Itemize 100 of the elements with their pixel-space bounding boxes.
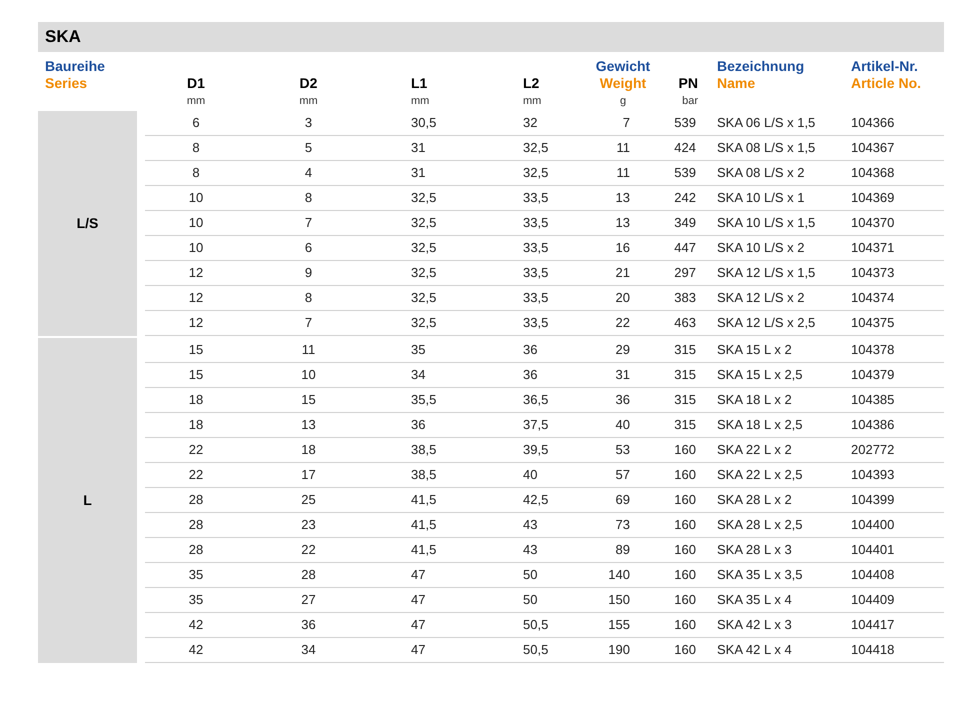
table-cell-text: 21 (616, 264, 630, 282)
table-cell-text: 383 (674, 289, 696, 308)
table-cell-text: SKA 18 L x 2,5 (717, 416, 803, 434)
column-header: L2 (523, 75, 540, 92)
unit-label: mm (299, 94, 318, 109)
table-cell-text: 22 (188, 466, 204, 484)
table-cell-text: 424 (674, 139, 696, 158)
table-cell-text: 13 (616, 214, 630, 232)
table-cell-text: SKA 10 L/S x 1,5 (717, 214, 816, 232)
table-cell-text: 12 (188, 289, 204, 308)
table-cell-text: 50,5 (523, 616, 548, 634)
table-cell-text: 36,5 (523, 391, 548, 410)
table-cell-text: 22 (188, 441, 204, 460)
table-cell-text: 104401 (851, 541, 894, 560)
table-cell-text: 41,5 (411, 541, 436, 560)
unit-label: bar (682, 94, 698, 109)
table-cell-text: SKA 10 L/S x 2 (717, 239, 804, 258)
table-cell-text: 10 (188, 239, 204, 258)
unit-label: mm (411, 94, 430, 109)
table-cell-text: 242 (674, 189, 696, 208)
table-cell-text: 463 (674, 314, 696, 332)
table-cell-text: 27 (301, 591, 316, 610)
table-cell-text: 32 (523, 114, 538, 132)
table-cell-text: 33,5 (523, 264, 548, 282)
table-cell-text: 41,5 (411, 491, 436, 510)
table-cell-text: 104368 (851, 164, 894, 182)
table-cell-text: SKA 06 L/S x 1,5 (717, 114, 816, 132)
table-cell-text: 18 (301, 441, 316, 460)
table-cell-text: 155 (608, 616, 630, 634)
table-cell-text: 53 (616, 441, 630, 460)
table-cell-text: SKA 28 L x 3 (717, 541, 792, 560)
table-cell-text: 42 (188, 616, 204, 634)
table-cell-text: 17 (301, 466, 316, 484)
table-cell-text: 202772 (851, 441, 894, 460)
table-cell-text: 28 (301, 566, 316, 584)
table-cell-text: 38,5 (411, 441, 436, 460)
table-cell-text: 104386 (851, 416, 894, 434)
table-cell-text: 47 (411, 641, 426, 660)
unit-label: g (620, 94, 626, 109)
table-cell-text: 190 (608, 641, 630, 660)
table-cell-text: 315 (674, 366, 696, 384)
table-cell-text: 160 (674, 541, 696, 560)
table-cell-text: 57 (616, 466, 630, 484)
table-cell-text: 36 (523, 341, 538, 360)
column-header: Gewicht (596, 58, 650, 75)
table-cell-text: 42 (188, 641, 204, 660)
table-cell-text: 160 (674, 491, 696, 510)
column-header: D2 (300, 75, 318, 92)
table-cell-text: 36 (301, 616, 316, 634)
table-cell-text: 160 (674, 641, 696, 660)
table-cell-text: 104418 (851, 641, 894, 660)
table-cell-text: 160 (674, 466, 696, 484)
table-cell-text: 104379 (851, 366, 894, 384)
table-cell-text: 10 (188, 214, 204, 232)
column-header: D1 (187, 75, 205, 92)
table-cell-text: 104370 (851, 214, 894, 232)
series-cell: L (38, 338, 137, 663)
table-cell-text: 104371 (851, 239, 894, 258)
table-cell-text: 104374 (851, 289, 894, 308)
table-cell-text: 315 (674, 416, 696, 434)
table-cell-text: 3 (304, 114, 312, 132)
table-cell-text: 39,5 (523, 441, 548, 460)
table-cell-text: 10 (188, 189, 204, 208)
column-header: Artikel-Nr. (851, 58, 918, 75)
table-cell-text: 160 (674, 591, 696, 610)
table-cell-text: 11 (616, 164, 630, 182)
table-cell-text: 32,5 (411, 239, 436, 258)
table-cell-text: 160 (674, 616, 696, 634)
table-cell-text: 315 (674, 391, 696, 410)
table-cell-text: 104417 (851, 616, 894, 634)
table-cell-text: 50,5 (523, 641, 548, 660)
table-cell-text: 31 (411, 139, 426, 158)
table-cell-text: 15 (188, 341, 204, 360)
table-cell-text: 6 (192, 114, 200, 132)
table-cell-text: 37,5 (523, 416, 548, 434)
table-cell-text: 41,5 (411, 516, 436, 534)
table-cell-text: 35 (411, 341, 426, 360)
table-cell-text: SKA 15 L x 2,5 (717, 366, 803, 384)
table-cell-text: 104378 (851, 341, 894, 360)
table-cell-text: 36 (523, 366, 538, 384)
column-header: L1 (411, 75, 428, 92)
table-cell-text: 8 (304, 189, 312, 208)
table-cell-text: 32,5 (411, 264, 436, 282)
series-cell: L/S (38, 111, 137, 336)
table-cell-text: 104369 (851, 189, 894, 208)
table-cell-text: SKA 28 L x 2 (717, 491, 792, 510)
table-cell-text: 150 (608, 591, 630, 610)
table-cell-text: 18 (188, 391, 204, 410)
table-cell-text: 13 (301, 416, 316, 434)
table-cell-text: 28 (188, 516, 204, 534)
table-cell-text: 33,5 (523, 314, 548, 332)
table-cell-text: SKA 12 L/S x 2 (717, 289, 804, 308)
table-cell-text: 43 (523, 516, 538, 534)
table-cell-text: 29 (616, 341, 630, 360)
table-cell-text: 16 (616, 239, 630, 258)
table-cell-text: SKA 22 L x 2,5 (717, 466, 803, 484)
table-cell-text: 140 (608, 566, 630, 584)
table-cell-text: 23 (301, 516, 316, 534)
table-cell-text: 12 (188, 264, 204, 282)
table-cell-text: SKA 35 L x 4 (717, 591, 792, 610)
